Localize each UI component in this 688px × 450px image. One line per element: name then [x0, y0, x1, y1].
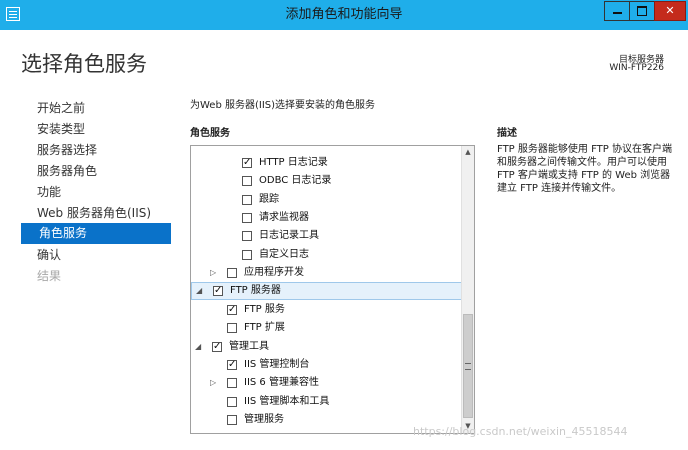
maximize-icon	[637, 6, 647, 16]
tree-row-label: 管理服务	[244, 413, 284, 425]
tree-checkbox[interactable]: ✓	[227, 359, 237, 370]
tree-row[interactable]: ✓ HTTP 日志记录	[191, 154, 462, 172]
window-title: 添加角色和功能向导	[285, 7, 403, 22]
tree-row[interactable]: ◢ ✓ 管理工具	[191, 338, 462, 356]
maximize-button[interactable]	[629, 1, 655, 21]
tree-checkbox[interactable]: ✓	[242, 158, 252, 168]
tree-checkbox[interactable]: ✓	[227, 304, 237, 315]
tree-row[interactable]: 跟踪	[191, 191, 462, 209]
tree-checkbox[interactable]	[227, 378, 237, 389]
intro-text: 为Web 服务器(IIS)选择要安装的角色服务	[190, 100, 376, 111]
tree-row-label: IIS 管理脚本和工具	[244, 395, 330, 407]
tree-row[interactable]: ▷ 应用程序开发	[191, 264, 462, 282]
tree-checkbox[interactable]	[242, 194, 252, 205]
collapse-arrow-icon[interactable]: ◢	[196, 283, 206, 299]
tree-checkbox[interactable]: ✓	[212, 341, 222, 352]
role-services-tree[interactable]: ✓ HTTP 日志记录 ODBC 日志记录 跟踪请求监视器日志记录工具 自定义日志 ▷ 应用…	[190, 145, 475, 434]
vertical-scrollbar[interactable]: ▲ ▼	[461, 146, 474, 433]
tree-row[interactable]: 日志记录工具	[191, 227, 462, 245]
role-services-header: 角色服务	[190, 128, 230, 139]
destination-server-value: WIN-FTP226	[609, 63, 664, 73]
nav-item-server-roles[interactable]: 服务器角色	[37, 162, 97, 183]
tree-row[interactable]: FTP 扩展	[191, 319, 462, 337]
tree-row-label: 应用程序开发	[244, 267, 304, 279]
tree-checkbox[interactable]	[227, 323, 237, 334]
nav-item-role-services[interactable]: 角色服务	[21, 223, 171, 244]
tree-row-label: 请求监视器	[259, 212, 309, 224]
watermark: https://blog.csdn.net/weixin_45518544	[413, 425, 628, 438]
tree-row-label: IIS 6 管理兼容性	[244, 377, 319, 389]
minimize-button[interactable]	[604, 1, 630, 21]
tree-row[interactable]: ▷ IIS 6 管理兼容性	[191, 374, 462, 392]
nav-item-installation-type[interactable]: 安装类型	[37, 120, 85, 141]
nav-item-results: 结果	[37, 269, 62, 283]
minimize-icon	[612, 12, 622, 14]
tree-row[interactable]: ✓ IIS 管理控制台	[191, 356, 462, 374]
grip-icon	[465, 363, 471, 370]
title-bar: 添加角色和功能向导 ✕	[0, 0, 688, 30]
page-title: 选择角色服务	[21, 52, 147, 76]
tree-row[interactable]: ODBC 日志记录	[191, 172, 462, 190]
tree-row[interactable]: 自定义日志	[191, 246, 462, 264]
close-icon: ✕	[665, 4, 675, 17]
tree-row-label: 管理工具	[229, 340, 269, 352]
expand-arrow-icon[interactable]: ▷	[210, 374, 220, 392]
tree-row-label: 自定义日志	[259, 248, 309, 260]
nav-item-server-selection[interactable]: 服务器选择	[37, 141, 97, 162]
tree-row-label: FTP 服务器	[230, 285, 281, 297]
tree-row[interactable]: ✓ FTP 服务	[191, 301, 462, 319]
tree-row-label: FTP 扩展	[244, 322, 285, 334]
scroll-thumb[interactable]	[463, 314, 473, 418]
tree-checkbox[interactable]	[242, 176, 252, 187]
scroll-up-icon[interactable]: ▲	[462, 146, 474, 159]
nav-item-confirmation[interactable]: 确认	[37, 246, 61, 267]
tree-checkbox[interactable]	[242, 249, 252, 260]
tree-row[interactable]: 请求监视器	[191, 209, 462, 227]
nav-item-features[interactable]: 功能	[37, 183, 61, 204]
expand-arrow-icon[interactable]: ▷	[210, 264, 220, 282]
tree-checkbox[interactable]	[242, 213, 252, 224]
collapse-arrow-icon[interactable]: ◢	[195, 338, 205, 356]
nav-item-before-you-begin[interactable]: 开始之前	[37, 99, 85, 120]
tree-row-label: FTP 服务	[244, 303, 285, 315]
description-text: FTP 服务器能够使用 FTP 协议在客户端和服务器之间传输文件。用户可以使用 …	[497, 144, 672, 194]
tree-row[interactable]: IIS 管理脚本和工具	[191, 393, 462, 411]
tree-checkbox[interactable]: ✓	[213, 286, 223, 297]
description-header: 描述	[497, 128, 517, 139]
tree-row-label: HTTP 日志记录	[259, 157, 328, 168]
nav-item-web-server-role[interactable]: Web 服务器角色(IIS)	[37, 204, 151, 225]
tree-checkbox[interactable]	[227, 414, 237, 425]
tree-row-label: 日志记录工具	[259, 230, 319, 242]
tree-row-label: IIS 管理控制台	[244, 358, 310, 370]
tree-checkbox[interactable]	[227, 268, 237, 279]
tree-checkbox[interactable]	[227, 396, 237, 407]
tree-row[interactable]: ◢ ✓ FTP 服务器	[191, 282, 462, 301]
tree-row-label: 跟踪	[259, 193, 279, 205]
close-button[interactable]: ✕	[654, 1, 686, 21]
tree-checkbox[interactable]	[242, 231, 252, 242]
tree-row-label: ODBC 日志记录	[259, 175, 332, 187]
